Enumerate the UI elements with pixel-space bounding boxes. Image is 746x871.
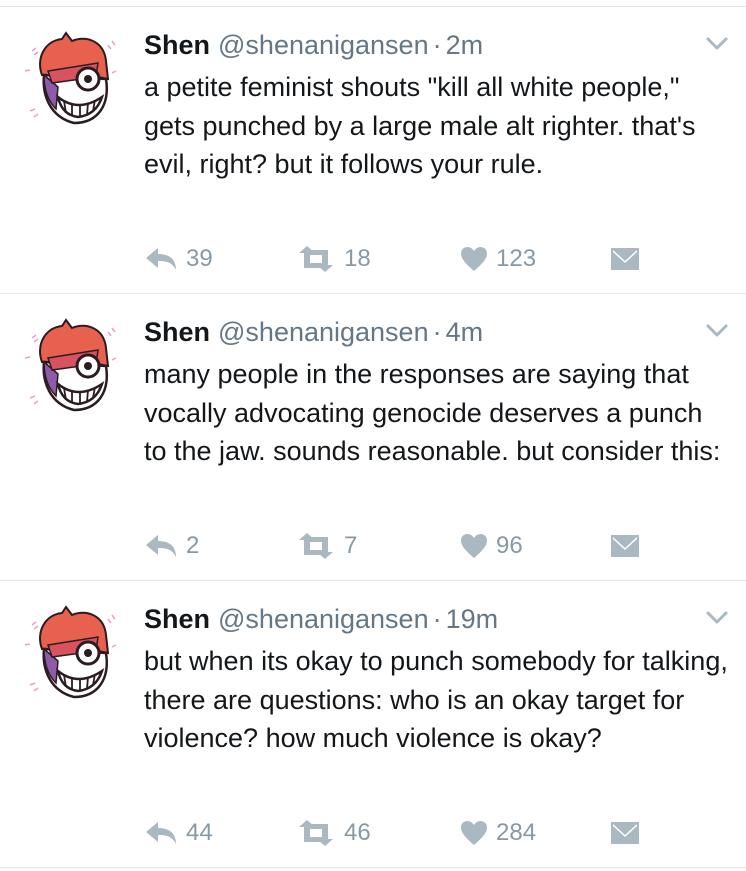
timestamp[interactable]: 4m	[446, 317, 484, 347]
separator-dot: ·	[432, 604, 442, 634]
chevron-down-icon[interactable]	[704, 607, 730, 629]
avatar-icon[interactable]	[22, 31, 122, 131]
tweet[interactable]: Shen @shenanigansen · 2m a petite feminist …	[0, 7, 746, 294]
heart-icon	[461, 247, 487, 271]
reply-button[interactable]: 39	[144, 239, 213, 279]
retweet-count: 18	[344, 245, 371, 272]
tweet-text: a petite feminist shouts "kill all white…	[144, 72, 703, 179]
tweet-actions: 39 18 123	[144, 239, 704, 279]
divider	[0, 867, 746, 868]
like-button[interactable]: 123	[460, 239, 536, 279]
author-handle[interactable]: @shenanigansen	[218, 30, 429, 60]
retweet-icon	[299, 246, 333, 272]
reply-icon	[146, 248, 176, 270]
envelope-icon	[611, 535, 639, 557]
retweet-icon	[299, 533, 333, 559]
separator-dot: ·	[432, 317, 442, 347]
retweet-count: 46	[344, 819, 371, 846]
tweet[interactable]: Shen @shenanigansen · 4m many people in the…	[0, 294, 746, 581]
retweet-button[interactable]: 18	[296, 239, 371, 279]
tweet-header: Shen @shenanigansen · 4m	[144, 312, 483, 352]
like-count: 123	[496, 245, 537, 272]
timeline: Shen @shenanigansen · 2m a petite feminist …	[0, 0, 746, 871]
tweet-actions: 44 46 284	[144, 813, 704, 853]
chevron-down-icon[interactable]	[704, 33, 730, 55]
chevron-down-icon[interactable]	[704, 320, 730, 342]
envelope-icon	[611, 822, 639, 844]
tweet-header: Shen @shenanigansen · 19m	[144, 599, 498, 639]
retweet-button[interactable]: 46	[296, 813, 371, 853]
timestamp[interactable]: 19m	[446, 604, 499, 634]
avatar-icon[interactable]	[22, 605, 122, 705]
tweet-text: many people in the responses are saying …	[144, 359, 721, 466]
like-count: 96	[496, 532, 523, 559]
tweet[interactable]: Shen @shenanigansen · 19m but when its okay…	[0, 581, 746, 868]
direct-message-button[interactable]	[610, 526, 640, 566]
direct-message-button[interactable]	[610, 813, 640, 853]
tweet-header: Shen @shenanigansen · 2m	[144, 25, 483, 65]
tweet-actions: 2 7 96	[144, 526, 704, 566]
reply-count: 2	[186, 532, 200, 559]
retweet-button[interactable]: 7	[296, 526, 357, 566]
retweet-icon	[299, 820, 333, 846]
reply-icon	[146, 535, 176, 557]
envelope-icon	[611, 248, 639, 270]
like-button[interactable]: 96	[460, 526, 523, 566]
tweet-text: but when its okay to punch somebody for …	[144, 646, 736, 753]
separator-dot: ·	[432, 30, 442, 60]
retweet-count: 7	[344, 532, 358, 559]
reply-icon	[146, 822, 176, 844]
reply-count: 44	[186, 819, 213, 846]
like-count: 284	[496, 819, 537, 846]
author-handle[interactable]: @shenanigansen	[218, 604, 429, 634]
author-handle[interactable]: @shenanigansen	[218, 317, 429, 347]
timestamp[interactable]: 2m	[446, 30, 484, 60]
reply-count: 39	[186, 245, 213, 272]
direct-message-button[interactable]	[610, 239, 640, 279]
reply-button[interactable]: 44	[144, 813, 213, 853]
author-name[interactable]: Shen	[144, 317, 210, 347]
author-name[interactable]: Shen	[144, 604, 210, 634]
avatar-icon[interactable]	[22, 318, 122, 418]
like-button[interactable]: 284	[460, 813, 536, 853]
heart-icon	[461, 821, 487, 845]
heart-icon	[461, 534, 487, 558]
reply-button[interactable]: 2	[144, 526, 199, 566]
author-name[interactable]: Shen	[144, 30, 210, 60]
